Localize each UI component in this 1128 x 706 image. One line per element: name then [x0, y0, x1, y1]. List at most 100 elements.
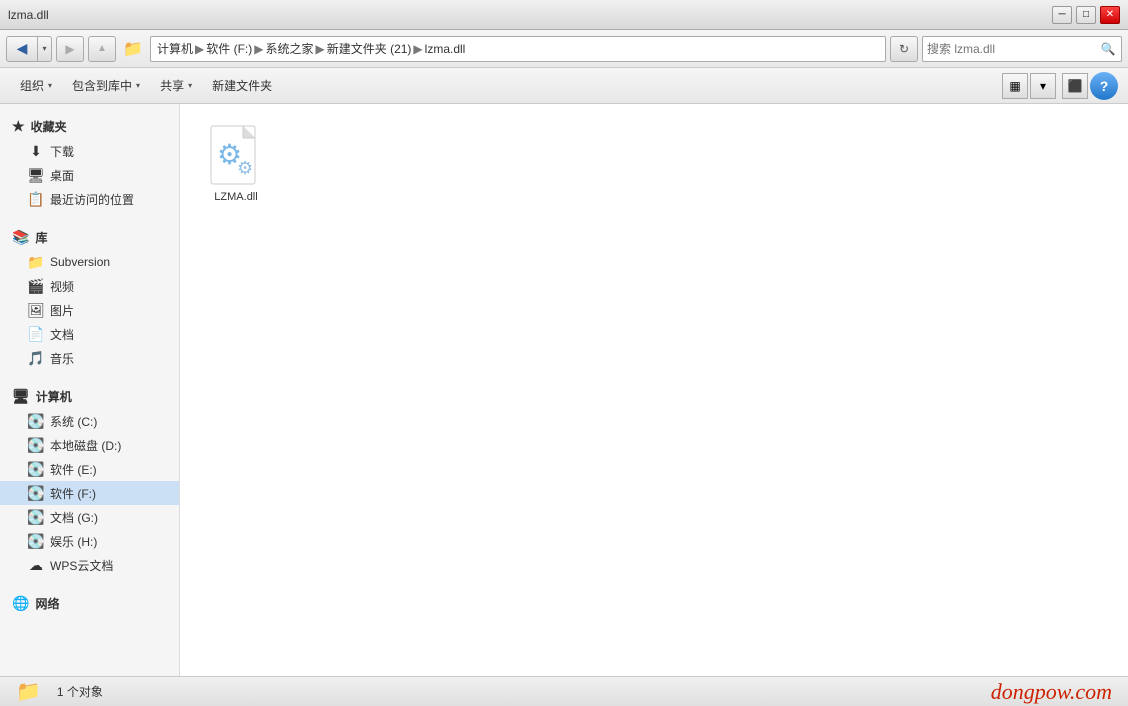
refresh-button[interactable]: ↻ — [890, 36, 918, 62]
include-library-arrow: ▾ — [136, 81, 140, 90]
help-button[interactable]: ? — [1090, 72, 1118, 100]
organize-button[interactable]: 组织 ▾ — [10, 71, 62, 101]
up-button[interactable]: ▲ — [88, 36, 116, 62]
favorites-label: 收藏夹 — [31, 118, 67, 135]
address-path-bar[interactable]: 计算机 ▶ 软件 (F:) ▶ 系统之家 ▶ 新建文件夹 (21) ▶ lzma… — [150, 36, 886, 62]
library-label: 库 — [35, 229, 47, 246]
sidebar-item-wps-cloud[interactable]: ☁ WPS云文档 — [0, 553, 179, 577]
sidebar-item-entertainment-h[interactable]: 💽 娱乐 (H:) — [0, 529, 179, 553]
file-icon-wrapper: ⚙ ⚙ — [206, 126, 266, 186]
include-library-button[interactable]: 包含到库中 ▾ — [62, 71, 150, 101]
svg-text:⚙: ⚙ — [237, 158, 253, 178]
recent-icon: 📋 — [28, 191, 44, 207]
document-g-label: 文档 (G:) — [50, 509, 98, 526]
status-count: 1 个对象 — [57, 683, 103, 700]
documents-label: 文档 — [50, 326, 74, 343]
new-folder-label: 新建文件夹 — [212, 77, 272, 94]
subversion-label: Subversion — [50, 255, 110, 269]
sidebar-divider-1 — [0, 211, 179, 223]
software-e-label: 软件 (E:) — [50, 461, 97, 478]
desktop-label: 桌面 — [50, 167, 74, 184]
network-label: 网络 — [35, 595, 59, 612]
content-area: ⚙ ⚙ LZMA.dll — [180, 104, 1128, 676]
share-arrow: ▾ — [188, 81, 192, 90]
library-section-header: 📚 库 — [0, 223, 179, 250]
dll-file-icon: ⚙ ⚙ — [209, 124, 263, 188]
drive-g-icon: 💽 — [28, 509, 44, 525]
view-change-button[interactable]: ▦ — [1002, 73, 1028, 99]
computer-section-header: 🖥 计算机 — [0, 382, 179, 409]
view-buttons: ▦ ▾ ⬛ ? — [1002, 72, 1118, 100]
download-icon: ⬇ — [28, 143, 44, 159]
sidebar-item-images[interactable]: 🖼 图片 — [0, 298, 179, 322]
minimize-button[interactable]: ─ — [1052, 6, 1072, 24]
include-library-label: 包含到库中 — [72, 77, 132, 94]
back-dropdown-button[interactable]: ▾ — [38, 36, 52, 62]
window-controls: ─ □ ✕ — [1052, 6, 1120, 24]
drive-h-icon: 💽 — [28, 533, 44, 549]
sidebar-item-software-e[interactable]: 💽 软件 (E:) — [0, 457, 179, 481]
path-computer[interactable]: 计算机 — [157, 40, 193, 57]
desktop-icon: 🖥 — [28, 167, 44, 183]
music-icon: 🎵 — [28, 350, 44, 366]
details-pane-button[interactable]: ⬛ — [1062, 73, 1088, 99]
title-bar: lzma.dll ─ □ ✕ — [0, 0, 1128, 30]
images-label: 图片 — [50, 302, 74, 319]
music-label: 音乐 — [50, 350, 74, 367]
images-icon: 🖼 — [28, 302, 44, 318]
sidebar-item-system-c[interactable]: 💽 系统 (C:) — [0, 409, 179, 433]
file-item-lzma[interactable]: ⚙ ⚙ LZMA.dll — [196, 120, 276, 210]
share-button[interactable]: 共享 ▾ — [150, 71, 202, 101]
path-lzma[interactable]: lzma.dll — [425, 42, 466, 56]
toolbar: 组织 ▾ 包含到库中 ▾ 共享 ▾ 新建文件夹 ▦ ▾ ⬛ ? — [0, 68, 1128, 104]
sidebar-item-download[interactable]: ⬇ 下载 — [0, 139, 179, 163]
sidebar-item-document-g[interactable]: 💽 文档 (G:) — [0, 505, 179, 529]
recent-label: 最近访问的位置 — [50, 191, 134, 208]
sidebar-item-music[interactable]: 🎵 音乐 — [0, 346, 179, 370]
path-new-folder[interactable]: 新建文件夹 (21) — [327, 40, 412, 57]
drive-e-icon: 💽 — [28, 461, 44, 477]
folder-icon: 📁 — [120, 36, 146, 62]
status-folder-icon: 📁 — [16, 679, 41, 704]
drive-c-icon: 💽 — [28, 413, 44, 429]
wps-cloud-icon: ☁ — [28, 557, 44, 573]
sidebar-item-desktop[interactable]: 🖥 桌面 — [0, 163, 179, 187]
search-input[interactable] — [927, 42, 1095, 56]
status-bar: 📁 1 个对象 dongpow.com — [0, 676, 1128, 706]
path-xitongzhijia[interactable]: 系统之家 — [265, 40, 313, 57]
forward-button[interactable]: ▶ — [56, 36, 84, 62]
search-box[interactable]: 🔍 — [922, 36, 1122, 62]
computer-icon: 🖥 — [12, 388, 30, 405]
documents-icon: 📄 — [28, 326, 44, 342]
watermark: dongpow.com — [991, 679, 1112, 705]
main-layout: ★ 收藏夹 ⬇ 下载 🖥 桌面 📋 最近访问的位置 📚 库 📁 Subversi… — [0, 104, 1128, 676]
system-c-label: 系统 (C:) — [50, 413, 97, 430]
video-icon: 🎬 — [28, 278, 44, 294]
video-label: 视频 — [50, 278, 74, 295]
network-icon: 🌐 — [12, 595, 29, 612]
path-software-f[interactable]: 软件 (F:) — [206, 40, 252, 57]
sidebar-item-recent[interactable]: 📋 最近访问的位置 — [0, 187, 179, 211]
library-icon: 📚 — [12, 229, 29, 246]
sidebar-item-subversion[interactable]: 📁 Subversion — [0, 250, 179, 274]
sidebar: ★ 收藏夹 ⬇ 下载 🖥 桌面 📋 最近访问的位置 📚 库 📁 Subversi… — [0, 104, 180, 676]
nav-buttons: ◀ ▾ — [6, 36, 52, 62]
sidebar-item-video[interactable]: 🎬 视频 — [0, 274, 179, 298]
new-folder-button[interactable]: 新建文件夹 — [202, 71, 282, 101]
view-dropdown-button[interactable]: ▾ — [1030, 73, 1056, 99]
organize-label: 组织 — [20, 77, 44, 94]
sidebar-item-documents[interactable]: 📄 文档 — [0, 322, 179, 346]
sidebar-item-local-d[interactable]: 💽 本地磁盘 (D:) — [0, 433, 179, 457]
sidebar-item-software-f[interactable]: 💽 软件 (F:) — [0, 481, 179, 505]
back-button[interactable]: ◀ — [6, 36, 38, 62]
share-label: 共享 — [160, 77, 184, 94]
window-title: lzma.dll — [8, 8, 49, 22]
file-label-lzma: LZMA.dll — [214, 190, 257, 204]
software-f-label: 软件 (F:) — [50, 485, 96, 502]
sidebar-divider-2 — [0, 370, 179, 382]
maximize-button[interactable]: □ — [1076, 6, 1096, 24]
close-button[interactable]: ✕ — [1100, 6, 1120, 24]
file-grid: ⚙ ⚙ LZMA.dll — [196, 120, 1112, 210]
search-icon[interactable]: 🔍 — [1099, 40, 1117, 58]
computer-label: 计算机 — [36, 388, 72, 405]
